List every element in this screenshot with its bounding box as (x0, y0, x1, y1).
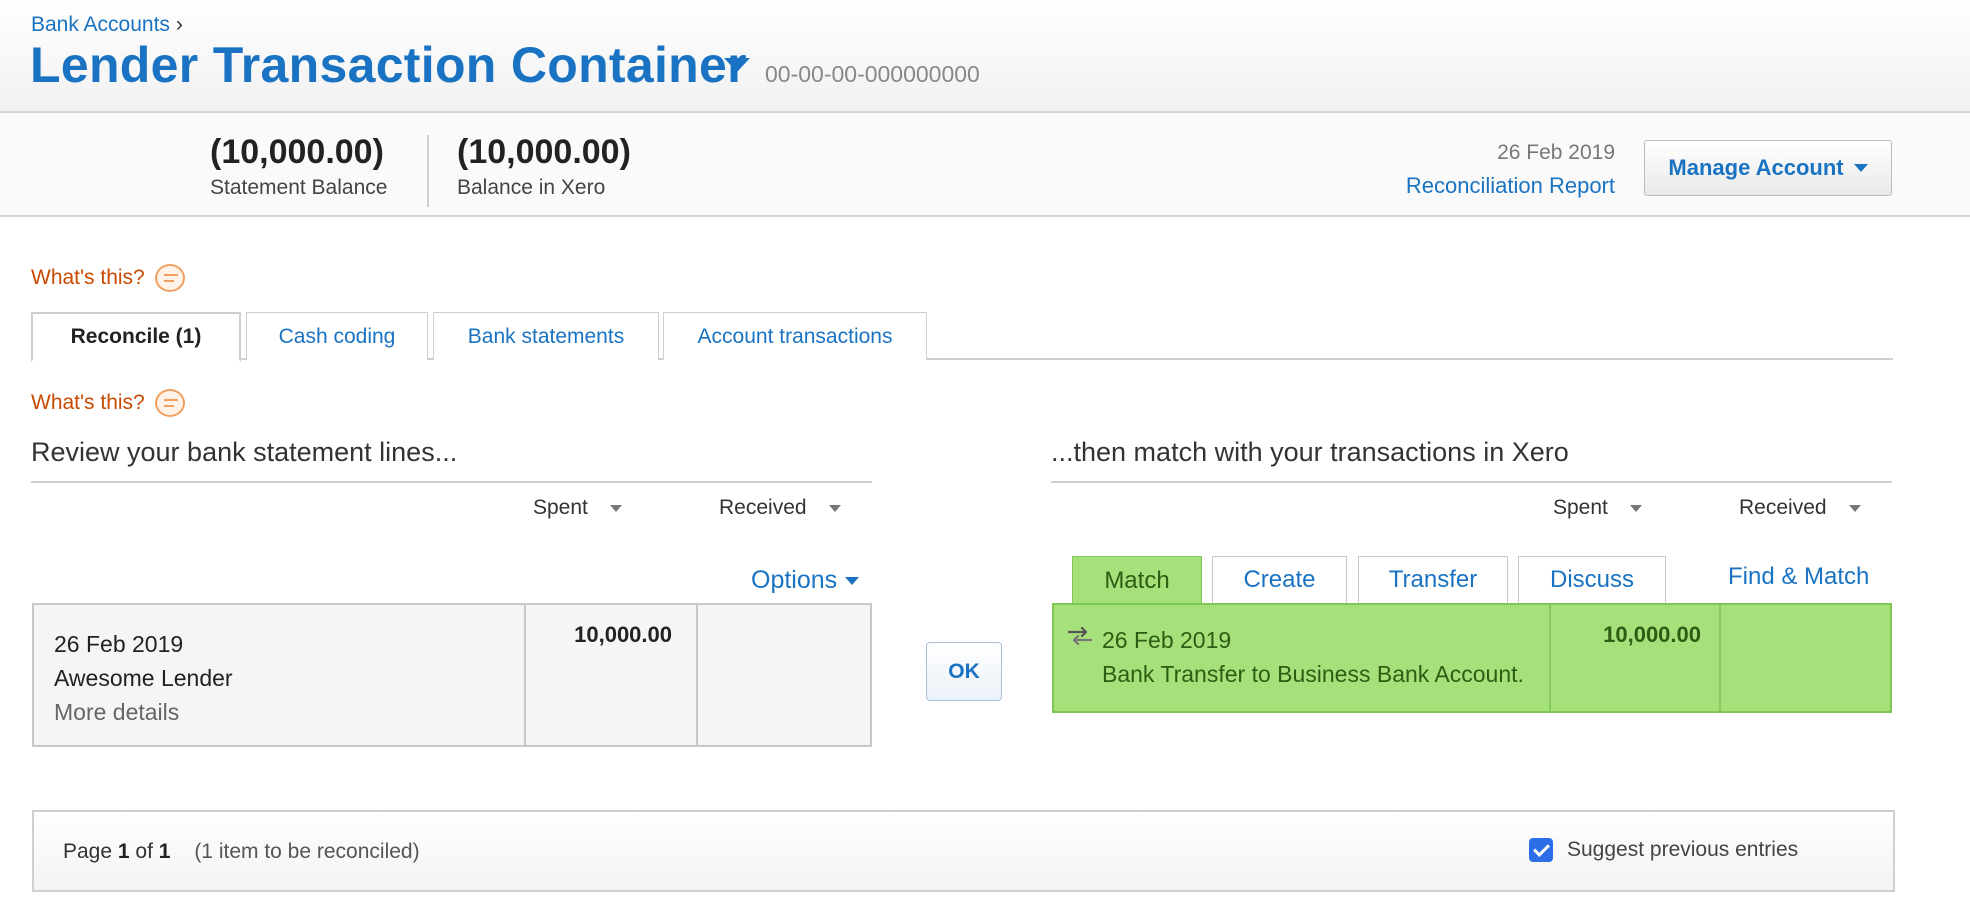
xero-balance: (10,000.00) Balance in Xero (457, 133, 631, 200)
xero-balance-label: Balance in Xero (457, 176, 606, 199)
left-received-sort[interactable]: Received (719, 496, 841, 520)
breadcrumb-separator: › (175, 13, 183, 36)
of-word: of (135, 840, 153, 863)
matched-transaction-details: 26 Feb 2019 Bank Transfer to Business Ba… (1054, 605, 1551, 711)
right-section-heading: ...then match with your transactions in … (1051, 437, 1569, 467)
sort-caret-icon (1848, 504, 1861, 512)
account-switcher-caret-icon[interactable] (724, 58, 750, 72)
whats-this-label: What's this? (31, 391, 145, 414)
balance-strip: (10,000.00) Statement Balance (10,000.00… (0, 113, 1970, 217)
whats-this-link[interactable]: What's this? (31, 389, 185, 417)
manage-account-label: Manage Account (1668, 155, 1844, 180)
spent-column-label: Spent (533, 496, 588, 519)
matched-transaction-description: Bank Transfer to Business Bank Account. (1102, 661, 1524, 687)
breadcrumb: Bank Accounts › (31, 13, 183, 37)
received-column-label: Received (719, 496, 807, 519)
chevron-down-icon (845, 576, 860, 585)
statement-line-payee: Awesome Lender (54, 665, 233, 691)
pagination-footer: Page 1 of 1 (1 item to be reconciled) Su… (32, 810, 1895, 892)
page-info: Page 1 of 1 (1 item to be reconciled) (63, 840, 420, 864)
manage-account-button[interactable]: Manage Account (1644, 140, 1892, 196)
received-column-label: Received (1739, 496, 1827, 519)
statement-balance-amount: (10,000.00) (210, 133, 384, 171)
find-and-match-link[interactable]: Find & Match (1728, 563, 1869, 591)
tab-discuss[interactable]: Discuss (1518, 556, 1666, 603)
tab-match[interactable]: Match (1072, 556, 1202, 605)
matched-transaction-spent: 10,000.00 (1551, 605, 1721, 711)
page-total: 1 (158, 840, 171, 863)
statement-line-date: 26 Feb 2019 (54, 631, 184, 657)
right-received-sort[interactable]: Received (1739, 496, 1861, 520)
page-title: Lender Transaction Container (30, 37, 747, 93)
left-section-heading: Review your bank statement lines... (31, 437, 458, 467)
chevron-down-icon (1853, 164, 1868, 172)
statement-balance-label: Statement Balance (210, 176, 388, 199)
left-heading-rule (31, 481, 872, 483)
items-to-reconcile: (1 item to be reconciled) (194, 840, 420, 863)
suggest-label: Suggest previous entries (1567, 838, 1799, 861)
statement-line-details: 26 Feb 2019 Awesome Lender More details (34, 605, 526, 745)
ok-button[interactable]: OK (926, 642, 1002, 701)
tab-account-transactions[interactable]: Account transactions (663, 312, 927, 360)
breadcrumb-bank-accounts-link[interactable]: Bank Accounts (31, 13, 170, 36)
account-number: 00-00-00-000000000 (765, 61, 980, 87)
right-heading-rule (1051, 481, 1892, 483)
statement-line[interactable]: 26 Feb 2019 Awesome Lender More details … (32, 603, 872, 747)
options-dropdown[interactable]: Options (751, 566, 860, 595)
matched-transaction-date: 26 Feb 2019 (1102, 627, 1232, 653)
reconciliation-report-link[interactable]: Reconciliation Report (1406, 173, 1615, 199)
more-details-link[interactable]: More details (54, 695, 524, 729)
reconcile-tabs: Reconcile (1) Cash coding Bank statement… (31, 312, 1893, 362)
whats-this-label: What's this? (31, 266, 145, 289)
options-label: Options (751, 566, 838, 594)
matched-transaction[interactable]: 26 Feb 2019 Bank Transfer to Business Ba… (1052, 603, 1892, 713)
tab-reconcile[interactable]: Reconcile (1) (31, 312, 241, 362)
left-spent-sort[interactable]: Spent (533, 496, 622, 520)
balance-divider (427, 135, 429, 207)
statement-line-spent: 10,000.00 (526, 605, 698, 745)
spent-column-label: Spent (1553, 496, 1608, 519)
sort-caret-icon (1629, 504, 1642, 512)
sort-caret-icon (828, 504, 841, 512)
tab-cash-coding[interactable]: Cash coding (246, 312, 428, 360)
suggest-previous-entries[interactable]: Suggest previous entries (1529, 838, 1798, 862)
speech-bubble-icon (154, 264, 185, 292)
statement-date: 26 Feb 2019 (1497, 141, 1615, 164)
page-current: 1 (117, 840, 130, 863)
statement-balance: (10,000.00) Statement Balance (210, 133, 387, 200)
sort-caret-icon (609, 504, 622, 512)
speech-bubble-icon (154, 389, 185, 417)
whats-this-link[interactable]: What's this? (31, 264, 185, 292)
xero-balance-amount: (10,000.00) (457, 133, 631, 171)
right-spent-sort[interactable]: Spent (1553, 496, 1642, 520)
tab-create[interactable]: Create (1212, 556, 1347, 603)
suggest-checkbox[interactable] (1529, 838, 1553, 862)
tab-transfer[interactable]: Transfer (1358, 556, 1508, 603)
page-header: Bank Accounts › Lender Transaction Contai… (0, 0, 1970, 113)
tab-bank-statements[interactable]: Bank statements (433, 312, 659, 360)
page-word: Page (63, 840, 113, 863)
